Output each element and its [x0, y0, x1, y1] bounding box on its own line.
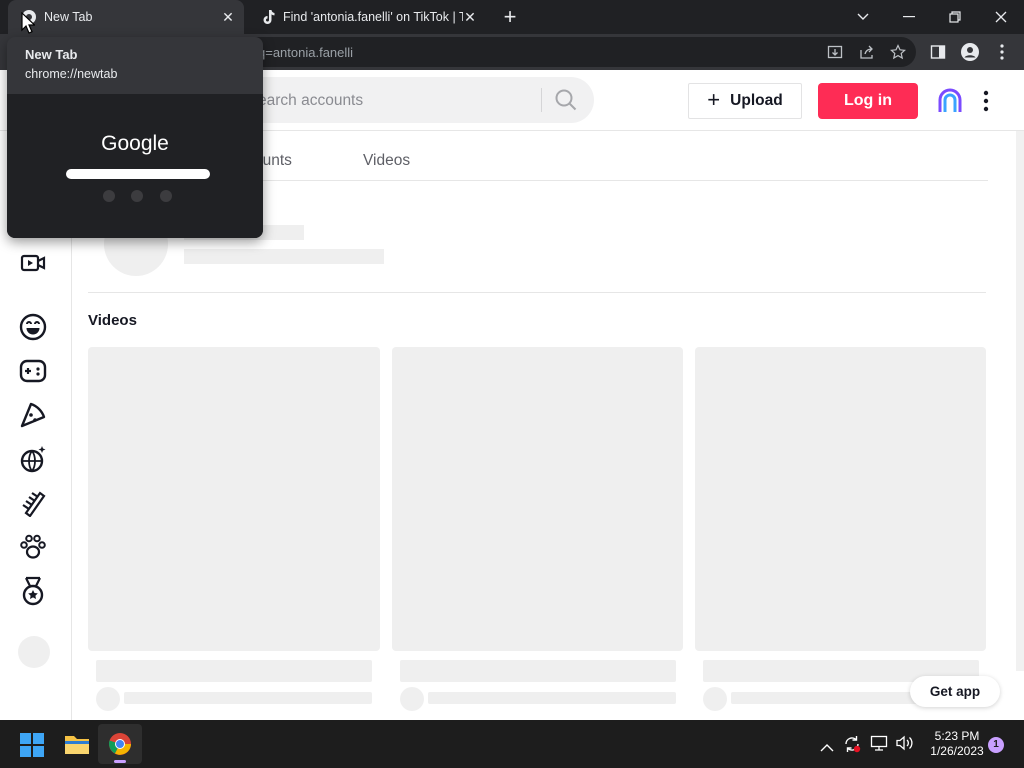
mouse-cursor-icon [21, 11, 36, 39]
tab-search-icon[interactable] [840, 0, 886, 34]
tab-hover-card: New Tab chrome://newtab Google [7, 37, 263, 238]
medal-icon[interactable] [18, 576, 48, 606]
notification-badge[interactable]: 1 [988, 737, 1004, 753]
video-author-placeholder [731, 692, 931, 704]
gamepad-icon[interactable] [18, 356, 48, 386]
tab-title: Find 'antonia.fanelli' on TikTok | T [283, 10, 463, 24]
plus-icon: + [707, 87, 721, 112]
app-logo-icon[interactable] [937, 88, 963, 119]
video-camera-icon[interactable] [18, 248, 48, 278]
close-tab-icon[interactable]: ✕ [220, 9, 236, 25]
preview-search-bar [66, 169, 210, 179]
get-app-button[interactable]: Get app [910, 676, 1000, 707]
video-author-avatar-placeholder [96, 687, 120, 711]
tab-tiktok[interactable]: Find 'antonia.fanelli' on TikTok | T ✕ [250, 0, 486, 34]
volume-icon[interactable] [895, 735, 913, 756]
video-title-placeholder [400, 660, 676, 682]
tab-title: New Tab [44, 10, 93, 24]
google-logo: Google [101, 132, 169, 155]
video-author-avatar-placeholder [400, 687, 424, 711]
video-author-placeholder [428, 692, 676, 704]
sidebar-avatar-placeholder [18, 636, 50, 668]
windows-start-icon[interactable] [20, 733, 44, 762]
upload-label: Upload [730, 92, 783, 109]
video-card-placeholder[interactable] [88, 347, 380, 651]
hover-card-url: chrome://newtab [25, 67, 118, 81]
tab-videos[interactable]: Videos [363, 152, 410, 170]
search-icon[interactable] [554, 88, 578, 117]
search-input[interactable]: earch accounts [240, 77, 594, 123]
close-tab-icon[interactable]: ✕ [462, 9, 478, 25]
disco-ball-icon[interactable] [18, 444, 48, 474]
more-options-icon[interactable] [976, 89, 996, 113]
tab-new-tab[interactable]: New Tab ✕ [8, 0, 244, 34]
share-icon[interactable] [855, 40, 879, 64]
new-tab-button[interactable]: + [498, 5, 522, 29]
profile-avatar-icon[interactable] [958, 40, 982, 64]
preview-shortcut [103, 190, 115, 202]
close-window-button[interactable] [978, 0, 1024, 34]
page-scrollbar[interactable] [1016, 131, 1024, 671]
comb-icon[interactable] [18, 488, 48, 518]
clock-time: 5:23 PM [934, 729, 980, 743]
minimize-button[interactable] [886, 0, 932, 34]
tab-preview-thumbnail: Google [7, 94, 263, 238]
paw-icon[interactable] [18, 532, 48, 562]
login-button[interactable]: Log in [818, 83, 918, 119]
preview-shortcut [131, 190, 143, 202]
account-id-placeholder [184, 249, 384, 264]
tiktok-icon [260, 9, 276, 25]
video-card-placeholder[interactable] [392, 347, 683, 651]
side-panel-icon[interactable] [926, 40, 950, 64]
upload-button[interactable]: + Upload [688, 83, 802, 119]
pizza-icon[interactable] [18, 400, 48, 430]
show-hidden-icons-chevron-icon[interactable] [820, 739, 834, 757]
preview-shortcut [160, 190, 172, 202]
network-icon[interactable] [870, 735, 888, 756]
chrome-taskbar-icon[interactable] [98, 724, 142, 764]
section-divider [88, 292, 986, 293]
video-title-placeholder [96, 660, 372, 682]
file-explorer-icon[interactable] [64, 732, 90, 761]
search-divider [541, 88, 542, 112]
install-app-icon[interactable] [823, 40, 847, 64]
taskbar-clock[interactable]: 5:23 PM 1/26/2023 [924, 729, 990, 759]
clock-date: 1/26/2023 [930, 744, 984, 758]
url-text: q=antonia.fanelli [258, 45, 354, 60]
windows-taskbar: 5:23 PM 1/26/2023 1 [0, 720, 1024, 768]
video-card-placeholder[interactable] [695, 347, 986, 651]
sync-alert-icon[interactable] [843, 735, 861, 758]
browser-tab-strip: New Tab ✕ Find 'antonia.fanelli' on TikT… [0, 0, 1024, 34]
hover-card-title: New Tab [25, 47, 78, 62]
videos-section-heading: Videos [88, 312, 137, 329]
search-placeholder: earch accounts [258, 92, 364, 109]
smiley-icon[interactable] [18, 312, 48, 342]
video-author-avatar-placeholder [703, 687, 727, 711]
bookmark-star-icon[interactable] [886, 40, 910, 64]
video-author-placeholder [124, 692, 372, 704]
chrome-menu-icon[interactable] [990, 40, 1014, 64]
restore-button[interactable] [932, 0, 978, 34]
